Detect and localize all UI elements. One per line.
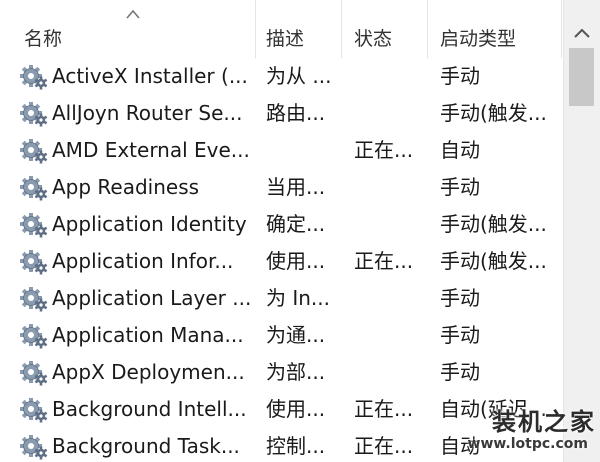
- service-startup-type: 手动: [440, 175, 480, 199]
- service-name: Application Infor...: [52, 249, 234, 273]
- service-description: 确定...: [266, 212, 326, 236]
- service-description: 使用...: [266, 249, 326, 273]
- sort-ascending-icon: [126, 9, 140, 19]
- service-row[interactable]: Application Mana... 为通... 手动: [0, 317, 562, 354]
- service-startup-type: 手动(触发...: [440, 249, 547, 273]
- column-header-name-label: 名称: [24, 28, 63, 50]
- service-status: [354, 206, 418, 243]
- gear-icon: [20, 398, 48, 423]
- service-description: 为从 ...: [266, 64, 332, 88]
- service-name: App Readiness: [52, 175, 200, 199]
- service-row[interactable]: Application Identity 确定... 手动(触发...: [0, 206, 562, 243]
- service-row[interactable]: Application Infor... 使用... 正在... 手动(触发...: [0, 243, 562, 280]
- service-row[interactable]: AppX Deploymen... 为部... 手动: [0, 354, 562, 391]
- column-header-status[interactable]: 状态: [342, 0, 428, 58]
- service-name: Application Mana...: [52, 323, 244, 347]
- gear-icon: [20, 250, 48, 275]
- service-startup-type: 手动: [440, 286, 480, 310]
- service-startup-type: 手动: [440, 360, 480, 384]
- column-header-description-label: 描述: [266, 28, 305, 50]
- service-startup-type: 手动(触发...: [440, 101, 547, 125]
- gear-icon: [20, 176, 48, 201]
- scrollbar-thumb[interactable]: [569, 48, 594, 106]
- service-status: [354, 95, 418, 132]
- service-row[interactable]: App Readiness 当用... 手动: [0, 169, 562, 206]
- gear-icon: [20, 139, 48, 164]
- service-status: 正在...: [354, 397, 414, 421]
- service-name: Background Intell...: [52, 397, 247, 421]
- gear-icon: [20, 324, 48, 349]
- gear-icon: [20, 65, 48, 90]
- column-header-name[interactable]: 名称: [0, 0, 256, 58]
- service-name: ActiveX Installer (...: [52, 64, 248, 88]
- service-name: Background Task...: [52, 434, 240, 458]
- service-description: 为通...: [266, 323, 326, 347]
- vertical-scrollbar[interactable]: [563, 0, 600, 462]
- watermark: 装机之家 www.lotpc.com: [466, 402, 596, 460]
- watermark-url: www.lotpc.com: [467, 436, 588, 452]
- service-status: [354, 354, 418, 391]
- service-description: 路由...: [266, 101, 326, 125]
- service-status: [354, 58, 418, 95]
- service-row[interactable]: ActiveX Installer (... 为从 ... 手动: [0, 58, 562, 95]
- service-startup-type: 手动(触发...: [440, 212, 547, 236]
- service-startup-type: 手动: [440, 64, 480, 88]
- gear-icon: [20, 361, 48, 386]
- service-status: [354, 317, 418, 354]
- service-status: [354, 169, 418, 206]
- service-name: Application Layer ...: [52, 286, 252, 310]
- service-row[interactable]: AMD External Eve... 正在... 自动: [0, 132, 562, 169]
- column-header-startup-type[interactable]: 启动类型: [428, 0, 562, 58]
- chevron-up-icon[interactable]: [564, 18, 600, 48]
- column-header-row: 名称 描述 状态 启动类型: [0, 0, 562, 58]
- column-header-description[interactable]: 描述: [256, 0, 342, 58]
- services-window: 名称 描述 状态 启动类型 ActiveX Installer (... 为从 .…: [0, 0, 600, 462]
- service-row[interactable]: Application Layer ... 为 In... 手动: [0, 280, 562, 317]
- column-header-status-label: 状态: [354, 28, 393, 50]
- service-status: [354, 280, 418, 317]
- service-description: 为 In...: [266, 286, 331, 310]
- service-name: Application Identity: [52, 212, 247, 236]
- gear-icon: [20, 287, 48, 312]
- service-startup-type: 手动: [440, 323, 480, 347]
- service-name: AMD External Eve...: [52, 138, 250, 162]
- gear-icon: [20, 213, 48, 238]
- service-description: 使用...: [266, 397, 326, 421]
- service-status: 正在...: [354, 249, 414, 273]
- service-description: 为部...: [266, 360, 326, 384]
- service-description: 控制...: [266, 434, 326, 458]
- service-row[interactable]: AllJoyn Router Se... 路由... 手动(触发...: [0, 95, 562, 132]
- service-description: 当用...: [266, 175, 326, 199]
- service-status: 正在...: [354, 138, 414, 162]
- watermark-title: 装机之家: [492, 408, 596, 436]
- service-startup-type: 自动: [440, 138, 480, 162]
- service-status: 正在...: [354, 434, 414, 458]
- service-name: AppX Deploymen...: [52, 360, 245, 384]
- gear-icon: [20, 102, 48, 127]
- column-header-startup-type-label: 启动类型: [440, 28, 517, 50]
- gear-icon: [20, 435, 48, 460]
- service-description: [266, 132, 338, 169]
- service-name: AllJoyn Router Se...: [52, 101, 243, 125]
